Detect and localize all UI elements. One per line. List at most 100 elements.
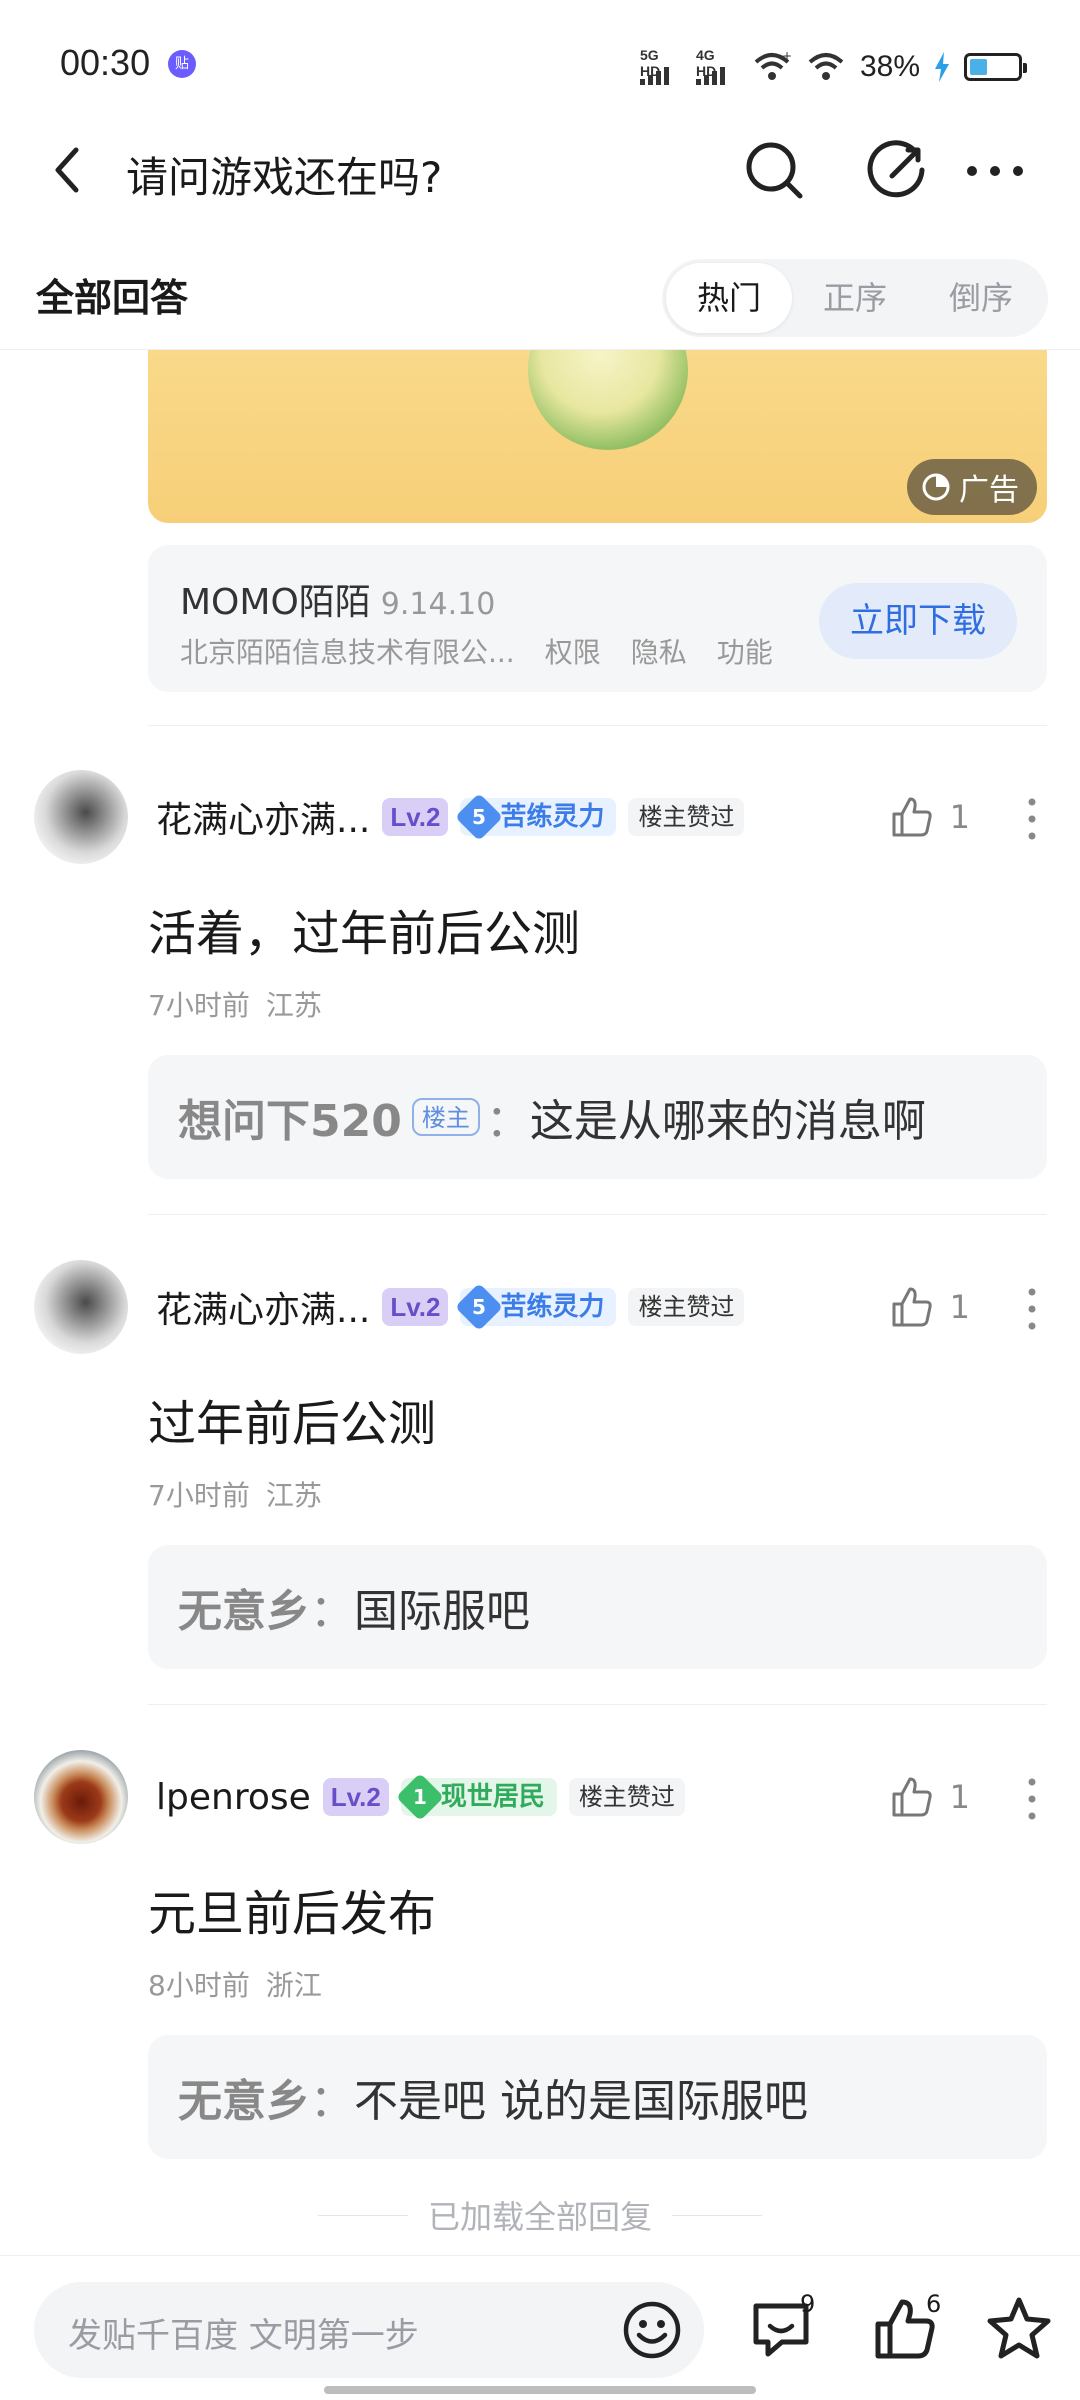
- comment-input[interactable]: 发贴千百度 文明第一步: [34, 2282, 704, 2378]
- user-info-row: 花满心亦满... Lv.2 5 苦练灵力 楼主赞过: [156, 1281, 745, 1333]
- tieba-notification-icon: 贴: [168, 50, 196, 78]
- op-liked-badge: 楼主赞过: [568, 1778, 685, 1816]
- edit-post-icon[interactable]: [862, 136, 932, 206]
- username[interactable]: 花满心亦满...: [156, 791, 370, 843]
- reply-preview[interactable]: 想问下520 楼主 ： 这是从哪来的消息啊: [148, 1055, 1047, 1179]
- divider-line: [317, 2214, 408, 2216]
- answer-meta: 7小时前 江苏: [148, 984, 322, 1024]
- answer-text: 元旦前后发布: [148, 1886, 437, 1942]
- all-replies-loaded-note: 已加载全部回复: [0, 2192, 1080, 2238]
- ad-permissions-link[interactable]: 权限: [545, 631, 601, 671]
- home-indicator[interactable]: [324, 2386, 756, 2394]
- reply-colon: ：: [310, 1586, 354, 1637]
- comment-count: 9: [800, 2290, 816, 2318]
- all-answers-title: 全部回答: [36, 276, 189, 320]
- like-button[interactable]: 1: [890, 792, 970, 842]
- charging-icon: [935, 52, 949, 82]
- ad-features-link[interactable]: 功能: [717, 631, 773, 671]
- thumbs-up-icon: [892, 1287, 932, 1327]
- answer-location: 浙江: [265, 1969, 322, 2002]
- op-liked-badge: 楼主赞过: [628, 798, 745, 836]
- ad-banner[interactable]: 广告: [148, 350, 1047, 523]
- divider: [148, 1214, 1047, 1215]
- user-info-row: lpenrose Lv.2 1 现世居民 楼主赞过: [156, 1772, 685, 1822]
- page-title: 请问游戏还在吗?: [126, 153, 443, 202]
- favorite-star-icon[interactable]: [984, 2294, 1054, 2364]
- more-options-icon[interactable]: [960, 136, 1030, 206]
- ad-app-version: 9.14.10: [380, 587, 496, 622]
- ad-pomelo-image: [528, 350, 688, 450]
- ad-app-meta: 北京陌陌信息技术有限公... 权限 隐私 功能: [180, 631, 773, 671]
- sort-tab-hot[interactable]: 热门: [666, 263, 792, 333]
- emoji-icon[interactable]: [620, 2298, 684, 2362]
- level-badge: Lv.2: [382, 798, 449, 836]
- answer-meta: 8小时前 浙江: [148, 1964, 322, 2004]
- answer-time: 7小时前: [148, 1479, 250, 1512]
- avatar[interactable]: [34, 770, 128, 864]
- reply-text: 不是吧 说的是国际服吧: [354, 2076, 808, 2127]
- answers-sort-bar: 全部回答 热门 正序 倒序: [0, 245, 1080, 350]
- op-tag: 楼主: [411, 1098, 480, 1136]
- ad-developer: 北京陌陌信息技术有限公...: [180, 636, 515, 669]
- ad-app-title: MOMO陌陌: [180, 582, 371, 623]
- like-button[interactable]: 1: [890, 1282, 970, 1332]
- thumbs-up-icon: [892, 1777, 932, 1817]
- reply-author[interactable]: 想问下520: [178, 1085, 402, 1149]
- level-badge: Lv.2: [382, 1288, 449, 1326]
- signal-4g-icon: 4G HD: [695, 47, 738, 87]
- reply-author[interactable]: 无意乡: [178, 2065, 310, 2129]
- answer-text: 活着，过年前后公测: [148, 906, 581, 962]
- username[interactable]: 花满心亦满...: [156, 1281, 370, 1333]
- username[interactable]: lpenrose: [156, 1777, 311, 1818]
- ad-badge-label: 广告: [959, 473, 1019, 508]
- rank-diamond-icon: 1: [395, 1772, 444, 1822]
- rank-name: 现世居民: [440, 1782, 545, 1812]
- more-vertical-icon[interactable]: [1022, 1284, 1042, 1334]
- answer-time: 7小时前: [148, 989, 250, 1022]
- more-vertical-icon[interactable]: [1022, 1774, 1042, 1824]
- reply-text: 这是从哪来的消息啊: [529, 1096, 926, 1147]
- more-vertical-icon[interactable]: [1022, 794, 1042, 844]
- reply-author[interactable]: 无意乡: [178, 1575, 310, 1639]
- rank-name: 苦练灵力: [500, 802, 605, 832]
- like-total-count: 6: [926, 2290, 942, 2318]
- answer-location: 江苏: [265, 1479, 322, 1512]
- answer-item: lpenrose Lv.2 1 现世居民 楼主赞过 1 元旦前后发布 8小时前 浙…: [0, 1750, 1080, 2210]
- ad-privacy-link[interactable]: 隐私: [631, 631, 687, 671]
- rank-name: 苦练灵力: [500, 1292, 605, 1322]
- answer-meta: 7小时前 江苏: [148, 1474, 322, 1514]
- ad-app-card[interactable]: MOMO陌陌 9.14.10 北京陌陌信息技术有限公... 权限 隐私 功能 立即…: [148, 545, 1047, 692]
- sort-tab-ascending[interactable]: 正序: [792, 263, 918, 333]
- answer-time: 8小时前: [148, 1969, 250, 2002]
- back-arrow-icon[interactable]: [44, 142, 94, 198]
- answer-text: 过年前后公测: [148, 1396, 437, 1452]
- rank-diamond-icon: 5: [455, 1282, 504, 1332]
- reply-preview[interactable]: 无意乡 ： 不是吧 说的是国际服吧: [148, 2035, 1047, 2159]
- avatar[interactable]: [34, 1750, 128, 1844]
- sort-tab-descending[interactable]: 倒序: [918, 263, 1044, 333]
- battery-percent: 38%: [859, 50, 920, 83]
- reply-preview[interactable]: 无意乡 ： 国际服吧: [148, 1545, 1047, 1669]
- divider-line: [672, 2214, 762, 2216]
- reply-colon: ：: [485, 1096, 530, 1147]
- wifi-plus-icon: +: [754, 50, 792, 80]
- like-button[interactable]: 1: [890, 1772, 970, 1822]
- signal-5g-icon: 5G HD: [639, 47, 682, 87]
- top-nav: 请问游戏还在吗?: [0, 120, 1080, 220]
- divider: [148, 725, 1047, 726]
- download-button[interactable]: 立即下载: [819, 583, 1017, 659]
- sort-tabs: 热门 正序 倒序: [662, 259, 1048, 337]
- thumbs-up-icon: [892, 797, 932, 837]
- reply-colon: ：: [310, 2076, 354, 2127]
- rank-diamond-icon: 5: [455, 792, 504, 842]
- ad-app-name: MOMO陌陌 9.14.10: [180, 573, 495, 625]
- status-bar: 00:30 贴 5G HD 4G HD + 38%: [0, 0, 1080, 130]
- ad-badge[interactable]: 广告: [907, 459, 1037, 515]
- rank-badge: 1 现世居民: [395, 1772, 557, 1822]
- answer-item: 花满心亦满... Lv.2 5 苦练灵力 楼主赞过 1 过年前后公测 7小时前 江…: [0, 1260, 1080, 1720]
- svg-text:+: +: [782, 50, 792, 63]
- search-icon[interactable]: [740, 136, 810, 206]
- rank-badge: 5 苦练灵力: [455, 1282, 617, 1332]
- op-liked-badge: 楼主赞过: [628, 1288, 745, 1326]
- avatar[interactable]: [34, 1260, 128, 1354]
